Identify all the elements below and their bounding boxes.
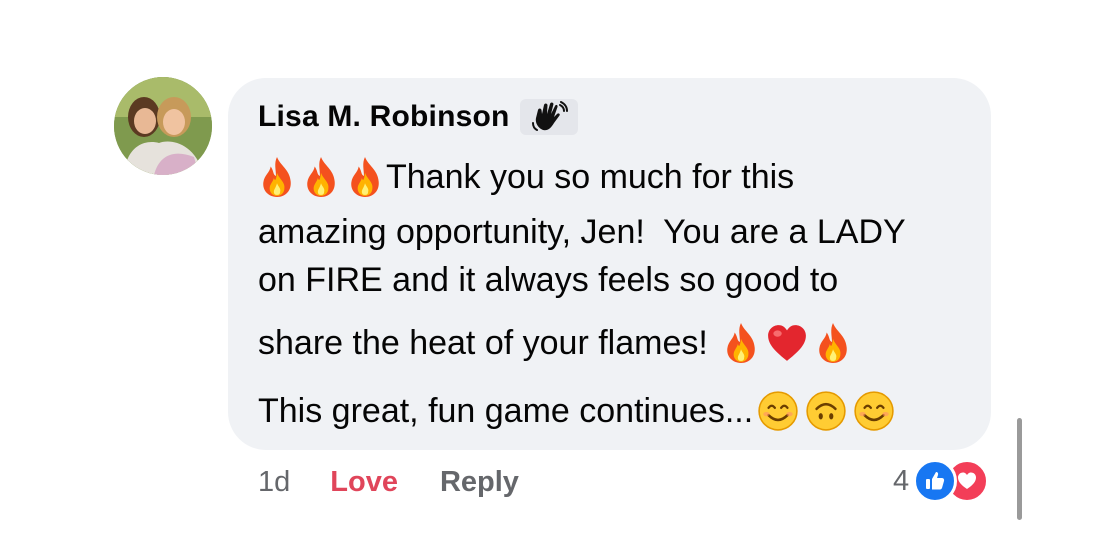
fire-emoji-icon bbox=[814, 322, 852, 364]
comment-line-3: on FIRE and it always feels so good to bbox=[258, 258, 838, 302]
comment-line-1: Thank you so much for this bbox=[258, 155, 794, 199]
comment-actions: 1d Love Reply bbox=[258, 462, 519, 502]
reaction-count: 4 bbox=[893, 464, 910, 497]
love-button[interactable]: Love bbox=[330, 466, 398, 499]
comment-text: on FIRE and it always feels so good to bbox=[258, 260, 839, 299]
reply-button[interactable]: Reply bbox=[440, 466, 519, 499]
comment-text: This great, fun game continues... bbox=[258, 391, 754, 430]
comment-timestamp[interactable]: 1d bbox=[258, 466, 290, 499]
scrollbar[interactable] bbox=[1017, 418, 1022, 520]
fire-emoji-icon bbox=[258, 156, 296, 198]
comment-line-2: amazing opportunity, Jen! You are a LADY bbox=[258, 210, 906, 254]
comment-text: amazing opportunity, Jen! You are a LADY bbox=[258, 212, 906, 251]
like-reaction-icon bbox=[913, 459, 958, 503]
author-name[interactable]: Lisa M. Robinson bbox=[258, 100, 510, 134]
comment: Lisa M. Robinson Thank you so much for t… bbox=[0, 0, 1110, 538]
avatar[interactable] bbox=[114, 77, 212, 175]
comment-line-4: share the heat of your flames! bbox=[258, 320, 852, 366]
waving-hand-icon[interactable] bbox=[519, 99, 578, 135]
fire-emoji-icon bbox=[722, 322, 760, 364]
red-heart-icon bbox=[766, 322, 808, 364]
reaction-summary[interactable]: 4 bbox=[893, 459, 990, 503]
upside-down-face-icon bbox=[805, 390, 847, 432]
comment-text: Thank you so much for this bbox=[386, 157, 795, 196]
smiling-face-icon bbox=[853, 390, 895, 432]
comment-line-5: This great, fun game continues... bbox=[258, 388, 895, 434]
comment-text: share the heat of your flames! bbox=[258, 323, 708, 362]
fire-emoji-icon bbox=[302, 156, 340, 198]
fire-emoji-icon bbox=[346, 156, 384, 198]
comment-header: Lisa M. Robinson bbox=[258, 98, 578, 136]
smiling-face-icon bbox=[757, 390, 799, 432]
